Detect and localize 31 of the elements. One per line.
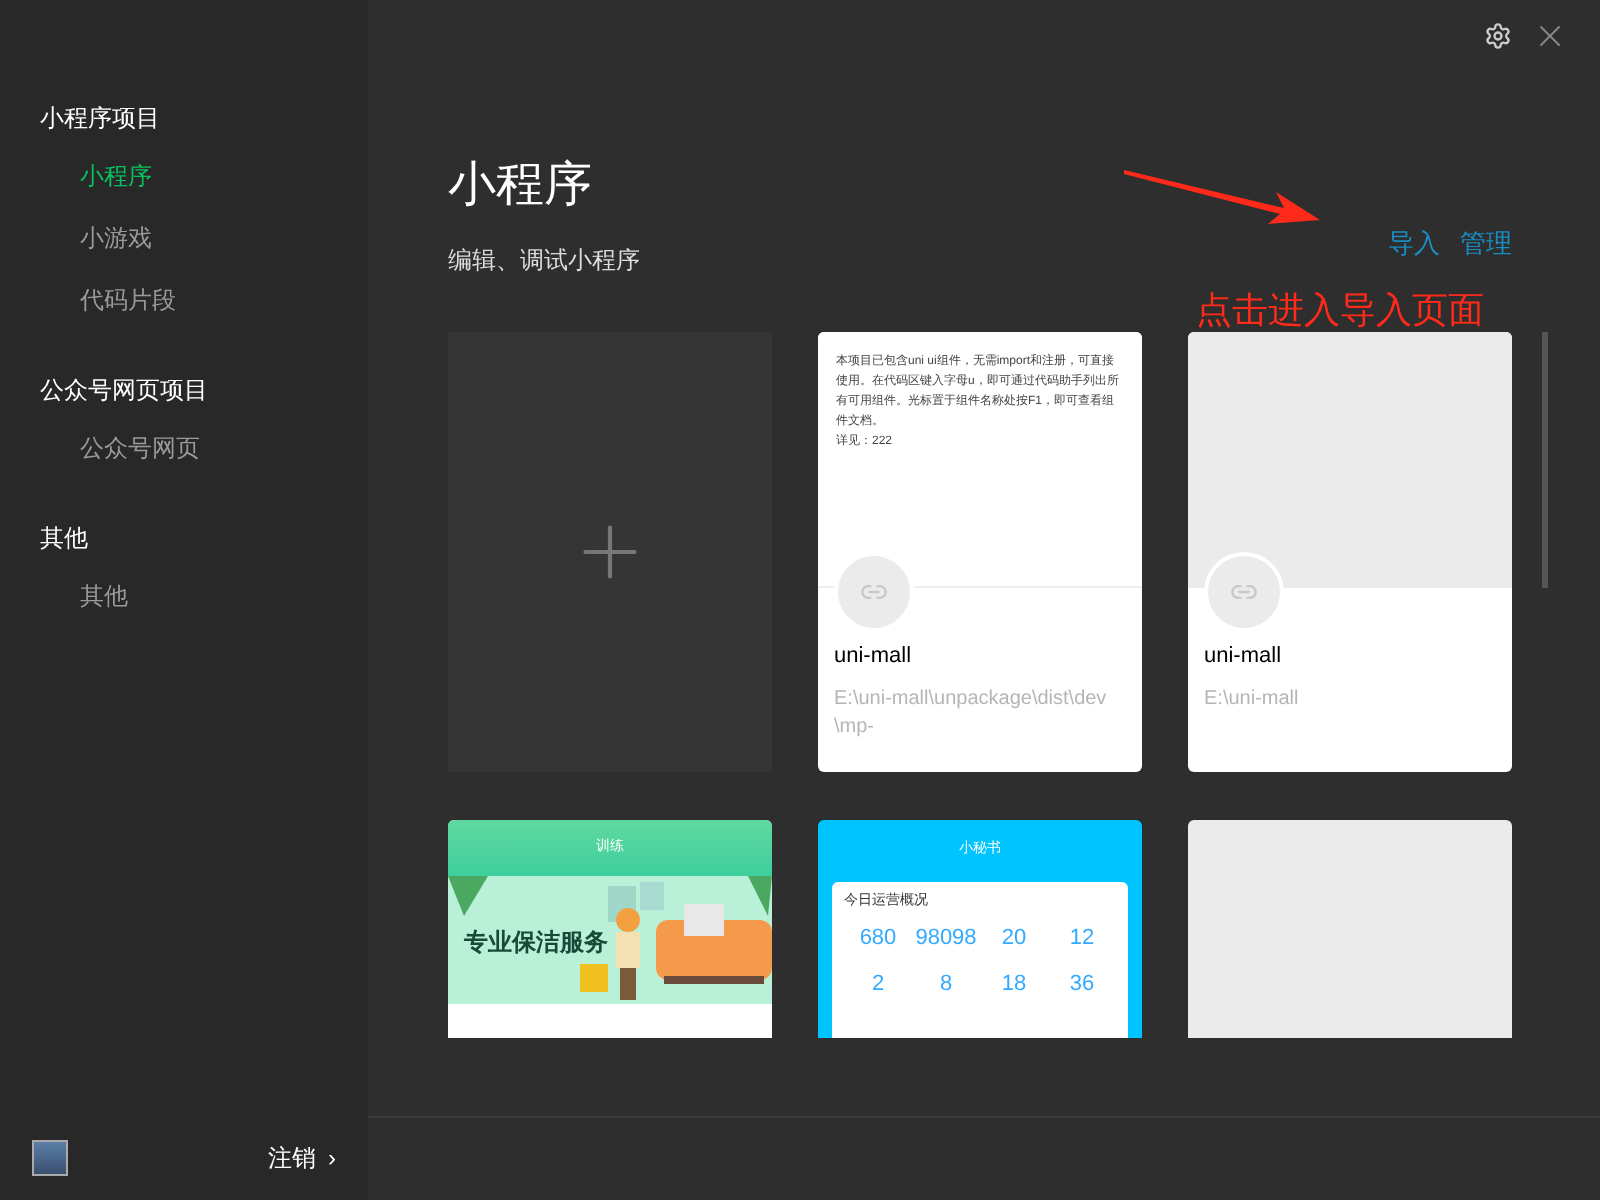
sidebar-item[interactable]: 小游戏 [40,220,368,282]
stat-value: 18 [999,971,1029,995]
stat-value: 12 [1067,925,1097,949]
scrollbar[interactable] [1542,332,1548,588]
logout-button[interactable]: 注销 › [268,1140,336,1176]
page-title: 小程序 [448,156,594,216]
project-name: uni-mall [1204,642,1284,672]
annotation-text: 点击进入导入页面 [1196,288,1484,334]
banner-text: 专业保洁服务 [464,926,608,960]
project-name: uni-mall [834,642,914,672]
settings-icon[interactable] [1484,22,1512,50]
action-link[interactable]: 管理 [1460,224,1512,263]
project-card[interactable]: uni-mall E:\uni-mall [1188,332,1512,772]
group-title: 其他 [40,522,90,556]
page-subtitle: 编辑、调试小程序 [448,244,640,278]
stat-value: 98098 [913,925,979,949]
group-title: 小程序项目 [40,102,162,136]
sidebar-item[interactable]: 小程序 [40,158,368,220]
stat-value: 2 [869,971,887,995]
action-link[interactable]: 导入 [1388,224,1440,263]
sidebar-item[interactable]: 代码片段 [40,282,368,344]
project-path: E:\uni-mall\unpackage\dist\dev\mp- [834,685,1109,741]
stat-value: 8 [937,971,955,995]
project-path: E:\uni-mall [1204,685,1301,713]
user-avatar[interactable] [32,1140,68,1176]
stat-value: 20 [999,925,1029,949]
group-title: 公众号网页项目 [40,374,210,408]
sidebar-item[interactable]: 公众号网页 [40,430,368,492]
stat-value: 36 [1067,971,1097,995]
sidebar-item[interactable]: 其他 [40,578,368,640]
stat-value: 680 [857,925,899,949]
